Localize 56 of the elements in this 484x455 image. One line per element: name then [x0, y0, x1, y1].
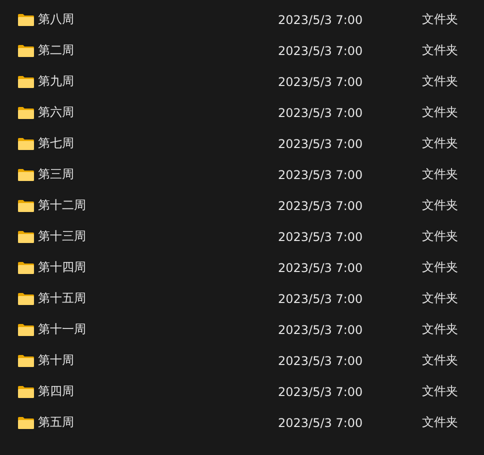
file-type: 文件夹	[422, 135, 458, 152]
modified-date: 2023/5/3 7:00	[278, 384, 364, 398]
file-type: 文件夹	[422, 383, 458, 400]
folder-icon	[18, 200, 34, 212]
folder-icon	[18, 168, 34, 180]
folder-name[interactable]: 第八周	[38, 11, 74, 28]
modified-date: 2023/5/3 7:00	[278, 198, 364, 212]
file-type: 文件夹	[422, 11, 458, 28]
modified-date: 2023/5/3 7:00	[278, 230, 364, 244]
file-type: 文件夹	[422, 228, 458, 245]
modified-date: 2023/5/3 7:00	[278, 44, 364, 58]
folder-name[interactable]: 第十二周	[38, 197, 86, 214]
modified-date: 2023/5/3 7:00	[278, 292, 364, 306]
folder-icon	[18, 354, 34, 366]
file-type: 文件夹	[422, 321, 458, 338]
folder-name[interactable]: 第十三周	[38, 228, 86, 245]
folder-name[interactable]: 第二周	[38, 42, 74, 59]
file-type: 文件夹	[422, 259, 458, 276]
file-type: 文件夹	[422, 73, 458, 90]
folder-icon	[18, 262, 34, 274]
modified-date: 2023/5/3 7:00	[278, 260, 364, 274]
folder-icon	[18, 416, 34, 428]
modified-date: 2023/5/3 7:00	[278, 74, 364, 88]
folder-name[interactable]: 第九周	[38, 73, 74, 90]
folder-name[interactable]: 第十周	[38, 352, 74, 369]
file-type: 文件夹	[422, 197, 458, 214]
file-type: 文件夹	[422, 42, 458, 59]
file-type: 文件夹	[422, 352, 458, 369]
modified-date: 2023/5/3 7:00	[278, 168, 364, 182]
folder-name[interactable]: 第七周	[38, 135, 74, 152]
folder-icon	[18, 138, 34, 150]
modified-date: 2023/5/3 7:00	[278, 106, 364, 120]
folder-icon	[18, 230, 34, 242]
folder-icon	[18, 44, 34, 56]
folder-icon	[18, 386, 34, 398]
modified-date: 2023/5/3 7:00	[278, 354, 364, 368]
file-type: 文件夹	[422, 166, 458, 183]
folder-icon	[18, 76, 34, 88]
folder-icon	[18, 324, 34, 336]
folder-name[interactable]: 第十五周	[38, 290, 86, 307]
folder-icon	[18, 292, 34, 304]
file-type: 文件夹	[422, 414, 458, 431]
modified-date: 2023/5/3 7:00	[278, 322, 364, 336]
file-type: 文件夹	[422, 104, 458, 121]
folder-name[interactable]: 第四周	[38, 383, 74, 400]
modified-date: 2023/5/3 7:00	[278, 12, 364, 26]
modified-date: 2023/5/3 7:00	[278, 136, 364, 150]
folder-icon	[18, 106, 34, 118]
file-type: 文件夹	[422, 290, 458, 307]
folder-name[interactable]: 第十四周	[38, 259, 86, 276]
folder-name[interactable]: 第五周	[38, 414, 74, 431]
folder-name[interactable]: 第十一周	[38, 321, 86, 338]
folder-name[interactable]: 第三周	[38, 166, 74, 183]
folder-name[interactable]: 第六周	[38, 104, 74, 121]
folder-icon	[18, 14, 34, 26]
modified-date: 2023/5/3 7:00	[278, 416, 364, 430]
